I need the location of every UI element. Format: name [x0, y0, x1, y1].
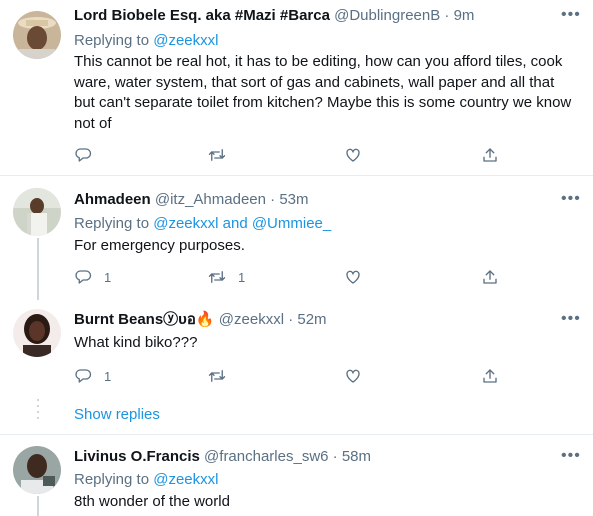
like-icon — [346, 270, 360, 284]
user-handle[interactable]: @zeekxxl — [219, 311, 284, 328]
thread-line — [37, 496, 39, 516]
replying-to: Replying to @zeekxxl — [74, 31, 218, 51]
share-button[interactable] — [481, 366, 499, 386]
user-handle[interactable]: @itz_Ahmadeen — [155, 191, 266, 208]
tweet-header: Burnt Beansⓨυอ🔥 @zeekxxl · 52m — [74, 310, 327, 330]
like-icon — [346, 369, 360, 383]
retweet-button[interactable]: 1 — [208, 267, 245, 287]
share-button[interactable] — [481, 145, 499, 165]
replying-to: Replying to @zeekxxl and @Ummiee_ — [74, 214, 331, 234]
more-horizontal-icon[interactable]: ••• — [561, 191, 580, 212]
thread-line — [37, 238, 39, 300]
tweet-text: What kind biko??? — [74, 334, 198, 351]
retweet-button[interactable] — [208, 145, 238, 165]
tweet-text: For emergency purposes. — [74, 237, 245, 254]
retweet-button[interactable] — [208, 366, 238, 386]
display-name[interactable]: Lord Biobele Esq. aka #Mazi #Barca — [74, 7, 330, 24]
reply-count: 1 — [104, 269, 112, 285]
reply-button[interactable] — [74, 145, 104, 165]
reply-icon — [75, 270, 92, 284]
tweet[interactable]: Burnt Beansⓨυอ🔥 @zeekxxl · 52m ••• What … — [0, 300, 593, 434]
more-horizontal-icon[interactable]: ••• — [561, 448, 580, 469]
like-button[interactable] — [344, 145, 374, 165]
more-horizontal-icon[interactable]: ••• — [561, 311, 580, 332]
user-handle[interactable]: @DublingreenB — [334, 7, 440, 24]
separator: · — [288, 311, 294, 328]
display-name[interactable]: Burnt Beansⓨυอ🔥 — [74, 311, 215, 328]
timestamp[interactable]: 9m — [454, 7, 475, 24]
timestamp[interactable]: 52m — [297, 311, 326, 328]
tweet-header: Ahmadeen @itz_Ahmadeen · 53m — [74, 190, 309, 210]
separator: · — [332, 448, 338, 465]
user-handle[interactable]: @francharles_sw6 — [204, 448, 328, 465]
separator: · — [270, 191, 276, 208]
reply-button[interactable]: 1 — [74, 267, 111, 287]
reply-icon — [75, 148, 92, 162]
avatar[interactable] — [13, 11, 61, 59]
mention-link[interactable]: @zeekxxl and @Ummiee_ — [153, 215, 331, 232]
share-icon — [483, 369, 497, 383]
retweet-icon — [208, 271, 226, 283]
show-replies-link[interactable]: Show replies — [74, 406, 160, 423]
replying-to-prefix: Replying to — [74, 471, 150, 488]
mention-link[interactable]: @zeekxxl — [153, 32, 218, 49]
retweet-icon — [208, 370, 226, 382]
reply-icon — [75, 369, 92, 383]
timestamp[interactable]: 53m — [279, 191, 308, 208]
share-icon — [483, 148, 497, 162]
separator: · — [444, 7, 450, 24]
tweet-text: 8th wonder of the world — [74, 493, 230, 510]
tweet-header: Livinus O.Francis @francharles_sw6 · 58m — [74, 447, 371, 467]
share-button[interactable] — [481, 267, 499, 287]
avatar[interactable] — [13, 446, 61, 494]
tweet[interactable]: Ahmadeen @itz_Ahmadeen · 53m ••• Replyin… — [0, 176, 593, 300]
share-icon — [483, 270, 497, 284]
mention-link[interactable]: @zeekxxl — [153, 471, 218, 488]
replying-to-prefix: Replying to — [74, 32, 150, 49]
like-button[interactable] — [344, 366, 374, 386]
display-name[interactable]: Livinus O.Francis — [74, 448, 200, 465]
like-button[interactable] — [344, 267, 374, 287]
more-horizontal-icon[interactable]: ••• — [561, 7, 580, 28]
replying-to-prefix: Replying to — [74, 215, 150, 232]
display-name[interactable]: Ahmadeen — [74, 191, 151, 208]
tweet[interactable]: Livinus O.Francis @francharles_sw6 · 58m… — [0, 435, 593, 516]
tweet-header: Lord Biobele Esq. aka #Mazi #Barca @Dubl… — [74, 6, 474, 26]
thread-dots — [37, 399, 39, 423]
tweet[interactable]: Lord Biobele Esq. aka #Mazi #Barca @Dubl… — [0, 0, 593, 168]
tweet-actions — [74, 145, 504, 165]
reply-button[interactable]: 1 — [74, 366, 111, 386]
replying-to: Replying to @zeekxxl — [74, 470, 218, 490]
reply-count: 1 — [104, 368, 112, 384]
tweet-actions: 1 1 — [74, 267, 504, 287]
retweet-icon — [208, 149, 226, 161]
timestamp[interactable]: 58m — [342, 448, 371, 465]
avatar[interactable] — [13, 309, 61, 357]
tweet-text: This cannot be real hot, it has to be ed… — [74, 53, 572, 132]
avatar[interactable] — [13, 188, 61, 236]
tweet-actions: 1 — [74, 366, 504, 386]
retweet-count: 1 — [238, 269, 246, 285]
like-icon — [346, 148, 360, 162]
